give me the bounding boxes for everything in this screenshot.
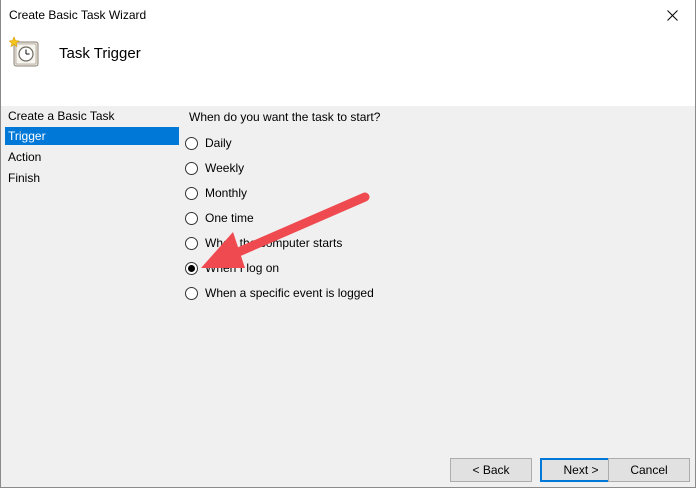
radio-log-on[interactable] xyxy=(185,261,198,275)
radio-daily[interactable] xyxy=(185,136,198,150)
trigger-question: When do you want the task to start? xyxy=(189,110,381,124)
radio-one-time[interactable] xyxy=(185,211,198,225)
option-specific-event[interactable]: When a specific event is logged xyxy=(185,284,374,302)
radio-weekly[interactable] xyxy=(185,161,198,175)
close-icon xyxy=(666,9,678,21)
back-button[interactable]: < Back xyxy=(450,458,532,482)
option-label: Daily xyxy=(205,136,232,150)
cancel-button[interactable]: Cancel xyxy=(608,458,690,482)
option-label: When the computer starts xyxy=(205,236,343,250)
task-scheduler-clock-icon xyxy=(9,36,39,67)
window-title: Create Basic Task Wizard xyxy=(9,8,147,22)
radio-specific-event[interactable] xyxy=(185,286,198,300)
nav-item-finish[interactable]: Finish xyxy=(5,169,179,187)
radio-computer-starts[interactable] xyxy=(185,236,198,250)
nav-item-action[interactable]: Action xyxy=(5,148,179,166)
radio-monthly[interactable] xyxy=(185,186,198,200)
close-button[interactable] xyxy=(649,0,695,30)
wizard-header: Task Trigger xyxy=(1,30,695,106)
option-log-on[interactable]: When I log on xyxy=(185,259,279,277)
wizard-window: Create Basic Task Wizard Task Trigger Cr… xyxy=(0,0,696,488)
option-label: One time xyxy=(205,211,254,225)
nav-item-create-basic-task[interactable]: Create a Basic Task xyxy=(5,107,179,125)
option-label: When a specific event is logged xyxy=(205,286,374,300)
option-monthly[interactable]: Monthly xyxy=(185,184,247,202)
option-computer-starts[interactable]: When the computer starts xyxy=(185,234,342,252)
option-weekly[interactable]: Weekly xyxy=(185,159,244,177)
wizard-steps-nav: Create a Basic Task Trigger Action Finis… xyxy=(1,106,181,487)
option-label: When I log on xyxy=(205,261,280,275)
option-label: Monthly xyxy=(205,186,248,200)
trigger-content: When do you want the task to start? Dail… xyxy=(181,106,695,487)
option-daily[interactable]: Daily xyxy=(185,134,232,152)
option-label: Weekly xyxy=(205,161,245,175)
page-title: Task Trigger xyxy=(59,45,141,62)
nav-item-trigger[interactable]: Trigger xyxy=(5,127,179,145)
title-bar: Create Basic Task Wizard xyxy=(1,0,695,30)
option-one-time[interactable]: One time xyxy=(185,209,254,227)
